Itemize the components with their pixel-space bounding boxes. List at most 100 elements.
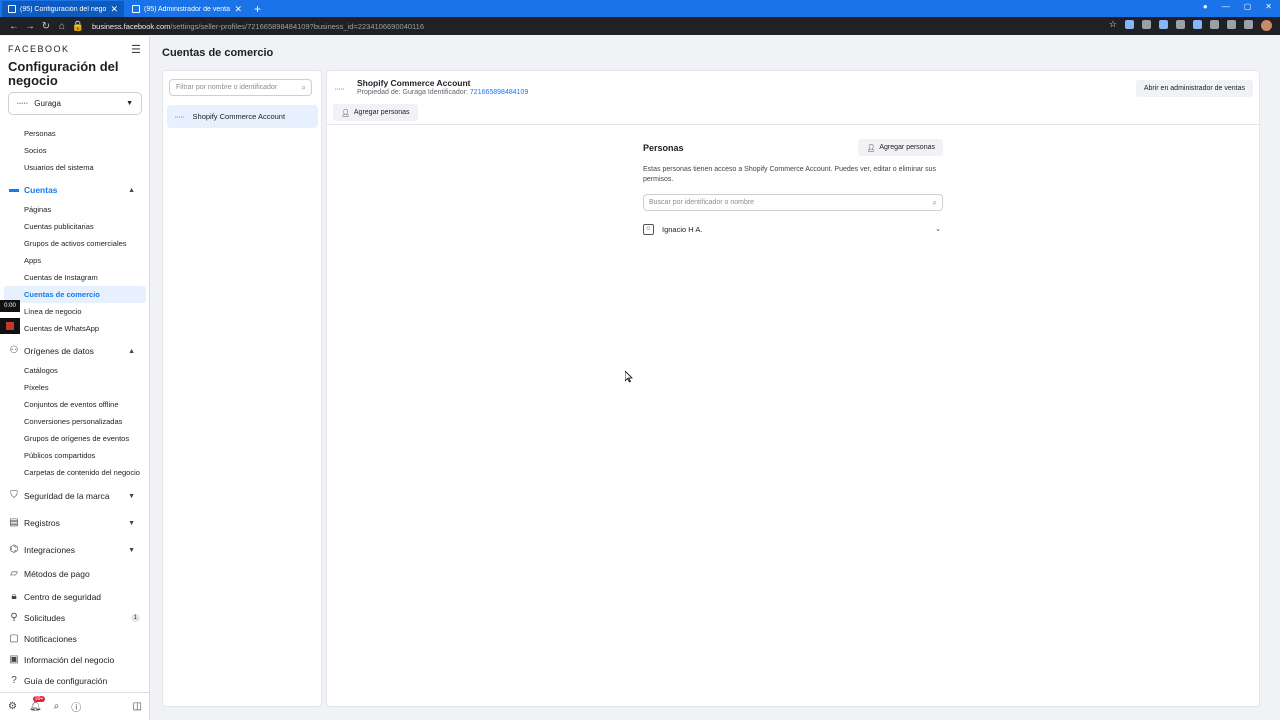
account-meta: Propiedad de: Guraga Identificador: 7216… [357, 89, 528, 96]
sidebar-item-whatsapp[interactable]: Cuentas de WhatsApp [0, 320, 150, 337]
extension-icon[interactable] [1210, 20, 1219, 29]
sidebar-section-informacion[interactable]: ▣ Información del negocio [0, 649, 150, 670]
list-item[interactable]: ••••• Shopify Commerce Account [167, 105, 318, 128]
extension-icon[interactable] [1244, 20, 1253, 29]
maximize-icon[interactable]: ▢ [1244, 2, 1252, 11]
puzzle-icon[interactable] [1227, 20, 1236, 29]
sidebar-item-grupos-activos[interactable]: Grupos de activos comerciales [0, 235, 150, 252]
sidebar-item-personas[interactable]: Personas [0, 125, 150, 142]
requests-badge: 1 [130, 613, 140, 622]
facebook-favicon-icon [8, 5, 16, 13]
help-icon: ? [11, 674, 17, 686]
lock-icon[interactable]: 🔒 [70, 21, 86, 32]
help-icon[interactable]: ⓘ [71, 699, 81, 714]
sidebar-item-cuentas-publicitarias[interactable]: Cuentas publicitarias [0, 218, 150, 235]
sidebar-section-registros[interactable]: ▤ Registros ▼ [0, 508, 150, 538]
account-id-link[interactable]: 721665898484109 [470, 89, 528, 96]
page-title: Cuentas de comercio [162, 47, 274, 59]
sidebar-section-origenes[interactable]: ⚇ Orígenes de datos ▲ [0, 340, 150, 362]
extension-icon[interactable] [1159, 20, 1168, 29]
data-sources-icon: ⚇ [9, 345, 19, 356]
close-icon[interactable]: ✕ [110, 4, 118, 15]
filter-input[interactable]: Filtrar por nombre o identificador ⌕ [169, 79, 312, 96]
add-people-button[interactable]: 👤︎ Agregar personas [333, 104, 418, 121]
lock-icon: 🔒︎ [11, 590, 17, 602]
sidebar-item-linea-negocio[interactable]: Línea de negocio [0, 303, 150, 320]
sidebar-footer: ⚙ 🔔︎ 99+ ⌕ ⓘ ◫ [0, 692, 150, 720]
facebook-logo: FACEBOOK [8, 44, 70, 54]
sidebar-section-solicitudes[interactable]: ⚲ Solicitudes 1 [0, 607, 150, 628]
sidebar-section-notificaciones[interactable]: ▢ Notificaciones [0, 628, 150, 649]
sidebar-section-guia[interactable]: ? Guía de configuración [0, 670, 150, 691]
chevron-down-icon[interactable]: ⌄ [935, 225, 941, 233]
bell-icon[interactable]: 🔔︎ 99+ [29, 696, 46, 712]
add-people-button-secondary[interactable]: 👤︎ Agregar personas [858, 139, 943, 156]
url-field[interactable]: business.facebook.com /settings/seller-p… [92, 22, 424, 31]
business-selector[interactable]: ••••• Guraga ▼ [8, 92, 142, 115]
record-icon[interactable]: ● [1203, 2, 1208, 11]
browser-tab-settings[interactable]: (95) Configuración del negocio ✕ [2, 1, 124, 17]
menu-icon[interactable]: ☰ [131, 43, 141, 56]
back-icon[interactable]: ← [6, 21, 22, 32]
search-icon: ⌕ [932, 198, 937, 207]
sidebar-item-publicos[interactable]: Públicos compartidos [0, 447, 150, 464]
search-placeholder: Buscar por identificador o nombre [649, 199, 755, 206]
sidebar-section-centro-seguridad[interactable]: 🔒︎ Centro de seguridad [0, 586, 150, 607]
sidebar-section-cuentas[interactable]: ▬ Cuentas ▲ [0, 179, 150, 201]
section-label: Integraciones [24, 545, 76, 555]
search-icon[interactable]: ⌕ [54, 701, 60, 712]
accounts-list-panel: Filtrar por nombre o identificador ⌕ •••… [162, 70, 322, 707]
new-tab-button[interactable]: + [254, 1, 261, 17]
gear-icon[interactable]: ⚙ [8, 701, 17, 712]
extension-icon[interactable] [1176, 20, 1185, 29]
browser-tab-bar: (95) Configuración del negocio ✕ (95) Ad… [0, 0, 1280, 17]
sidebar-item-eventos-offline[interactable]: Conjuntos de eventos offline [0, 396, 150, 413]
open-sales-manager-button[interactable]: Abrir en administrador de ventas [1135, 80, 1253, 97]
sidebar-item-catalogos[interactable]: Catálogos [0, 362, 150, 379]
sidebar-item-carpetas[interactable]: Carpetas de contenido del negocio [0, 464, 150, 481]
extension-icon[interactable] [1125, 20, 1134, 29]
business-logo-icon: ••••• [17, 100, 29, 107]
minimize-icon[interactable]: — [1222, 2, 1230, 11]
business-name: Guraga [34, 99, 61, 108]
people-search-input[interactable]: Buscar por identificador o nombre ⌕ [643, 194, 943, 211]
window-controls: ● — ▢ ✕ [1203, 2, 1272, 11]
account-logo-icon: ••••• [335, 86, 345, 91]
sidebar-section-seguridad-marca[interactable]: ⛉ Seguridad de la marca ▼ [0, 484, 150, 508]
bookmark-star-icon[interactable]: ☆ [1109, 20, 1117, 31]
sidebar-item-conversiones[interactable]: Conversiones personalizadas [0, 413, 150, 430]
sidebar-item-instagram[interactable]: Cuentas de Instagram [0, 269, 150, 286]
home-icon[interactable]: ⌂ [54, 21, 70, 32]
tab-title: (95) Configuración del negocio [20, 5, 107, 13]
sidebar-section-metodos-pago[interactable]: ▱ Métodos de pago [0, 562, 150, 586]
sidebar-item-pixeles[interactable]: Píxeles [0, 379, 150, 396]
sidebar-item-socios[interactable]: Socios [0, 142, 150, 159]
profile-avatar[interactable] [1261, 20, 1272, 31]
extension-icon[interactable] [1193, 20, 1202, 29]
chevron-up-icon: ▲ [128, 347, 135, 355]
stop-recording-button[interactable] [0, 318, 20, 334]
sidebar-item-usuarios-sistema[interactable]: Usuarios del sistema [0, 159, 150, 176]
account-name: Shopify Commerce Account [357, 78, 471, 88]
extension-icon[interactable] [1142, 20, 1151, 29]
person-row[interactable]: ☺ Ignacio H A. ⌄ [643, 221, 943, 237]
forward-icon[interactable]: → [22, 21, 38, 32]
folder-icon: ▬ [9, 184, 19, 195]
sidebar-item-paginas[interactable]: Páginas [0, 201, 150, 218]
facebook-favicon-icon [132, 5, 140, 13]
browser-tab-sales-manager[interactable]: (95) Administrador de ventas ✕ [126, 1, 248, 17]
close-window-icon[interactable]: ✕ [1265, 2, 1272, 11]
person-add-icon: ⚲ [10, 611, 18, 623]
chevron-down-icon: ▼ [128, 492, 135, 500]
owner-name: Guraga [402, 89, 426, 96]
sidebar-item-cuentas-comercio[interactable]: Cuentas de comercio [4, 286, 146, 303]
sidebar-item-apps[interactable]: Apps [0, 252, 150, 269]
reload-icon[interactable]: ↻ [38, 21, 54, 32]
sidebar-item-grupos-origenes[interactable]: Grupos de orígenes de eventos [0, 430, 150, 447]
sidebar-section-integraciones[interactable]: ⌬ Integraciones ▼ [0, 538, 150, 562]
notification-count: 99+ [32, 696, 46, 702]
close-icon[interactable]: ✕ [234, 4, 242, 15]
account-logo-icon: ••••• [175, 114, 185, 119]
chevron-down-icon: ▼ [128, 519, 135, 527]
panel-toggle-icon[interactable]: ◫ [133, 701, 142, 712]
